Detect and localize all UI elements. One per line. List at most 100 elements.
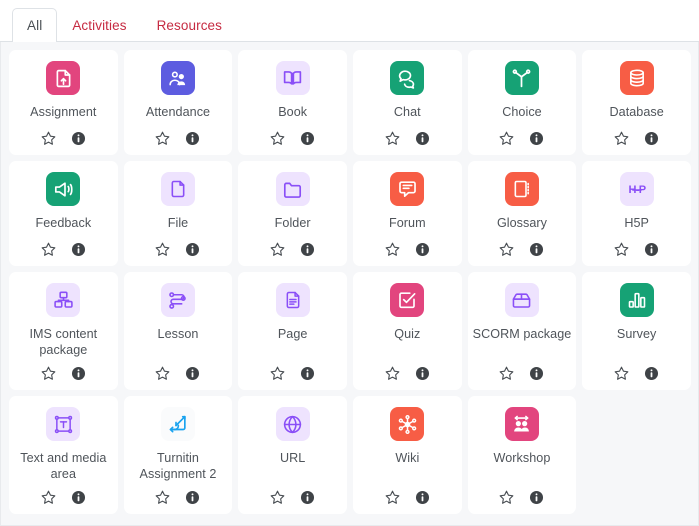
star-outline-icon[interactable]: [613, 241, 630, 258]
activity-card-label: Workshop: [494, 450, 551, 482]
star-outline-icon[interactable]: [40, 130, 57, 147]
star-outline-icon[interactable]: [498, 489, 515, 506]
activity-card[interactable]: Survey: [582, 272, 691, 390]
book-icon: [276, 61, 310, 95]
activity-card[interactable]: Feedback: [9, 161, 118, 266]
info-circle-icon[interactable]: [643, 241, 660, 258]
info-circle-icon[interactable]: [184, 241, 201, 258]
star-outline-icon[interactable]: [154, 241, 171, 258]
star-outline-icon[interactable]: [40, 489, 57, 506]
activity-card[interactable]: IMS content package: [9, 272, 118, 390]
activity-card-label: Glossary: [497, 215, 547, 234]
activity-card-label: URL: [280, 450, 305, 482]
star-outline-icon[interactable]: [384, 241, 401, 258]
activity-card-label: Quiz: [394, 326, 420, 358]
activity-card[interactable]: Lesson: [124, 272, 233, 390]
info-circle-icon[interactable]: [70, 489, 87, 506]
activity-card-actions: [40, 365, 87, 382]
info-circle-icon[interactable]: [70, 365, 87, 382]
info-circle-icon[interactable]: [299, 130, 316, 147]
info-circle-icon[interactable]: [528, 489, 545, 506]
star-outline-icon[interactable]: [613, 130, 630, 147]
assignment-icon: [46, 61, 80, 95]
activity-card[interactable]: Chat: [353, 50, 462, 155]
activity-card-label: SCORM package: [473, 326, 572, 358]
activity-card[interactable]: Database: [582, 50, 691, 155]
info-circle-icon[interactable]: [184, 489, 201, 506]
activity-card[interactable]: Choice: [468, 50, 577, 155]
activity-card[interactable]: Assignment: [9, 50, 118, 155]
info-circle-icon[interactable]: [528, 365, 545, 382]
info-circle-icon[interactable]: [184, 365, 201, 382]
activity-card-actions: [384, 241, 431, 258]
info-circle-icon[interactable]: [70, 130, 87, 147]
star-outline-icon[interactable]: [269, 130, 286, 147]
activity-card[interactable]: Quiz: [353, 272, 462, 390]
activity-card-actions: [154, 489, 201, 506]
star-outline-icon[interactable]: [40, 365, 57, 382]
choice-icon: [505, 61, 539, 95]
activity-card[interactable]: Wiki: [353, 396, 462, 514]
chat-icon: [390, 61, 424, 95]
star-outline-icon[interactable]: [384, 489, 401, 506]
activity-card[interactable]: H-P H5P: [582, 161, 691, 266]
activity-card[interactable]: SCORM package: [468, 272, 577, 390]
star-outline-icon[interactable]: [498, 241, 515, 258]
activity-card-label: Feedback: [35, 215, 91, 234]
star-outline-icon[interactable]: [498, 365, 515, 382]
activity-card-actions: [384, 130, 431, 147]
activity-card[interactable]: Text and media area: [9, 396, 118, 514]
star-outline-icon[interactable]: [154, 130, 171, 147]
info-circle-icon[interactable]: [528, 241, 545, 258]
activity-card-label: Chat: [394, 104, 421, 123]
activity-card-actions: [269, 489, 316, 506]
tab-resources[interactable]: Resources: [142, 8, 237, 43]
star-outline-icon[interactable]: [154, 489, 171, 506]
star-outline-icon[interactable]: [154, 365, 171, 382]
activity-card[interactable]: Forum: [353, 161, 462, 266]
activity-card[interactable]: Attendance: [124, 50, 233, 155]
info-circle-icon[interactable]: [414, 130, 431, 147]
info-circle-icon[interactable]: [414, 241, 431, 258]
tab-all[interactable]: All: [12, 8, 57, 43]
turnitin-icon: [161, 407, 195, 441]
info-circle-icon[interactable]: [643, 130, 660, 147]
star-outline-icon[interactable]: [613, 365, 630, 382]
activity-card-label: Folder: [275, 215, 311, 234]
activity-card-actions: [384, 489, 431, 506]
info-circle-icon[interactable]: [528, 130, 545, 147]
activity-card[interactable]: Glossary: [468, 161, 577, 266]
activity-card[interactable]: Folder: [238, 161, 347, 266]
activity-card-actions: [40, 241, 87, 258]
info-circle-icon[interactable]: [414, 489, 431, 506]
info-circle-icon[interactable]: [184, 130, 201, 147]
activity-card-label: Assignment: [30, 104, 96, 123]
activity-card[interactable]: Turnitin Assignment 2: [124, 396, 233, 514]
star-outline-icon[interactable]: [269, 241, 286, 258]
star-outline-icon[interactable]: [40, 241, 57, 258]
activity-card[interactable]: Book: [238, 50, 347, 155]
tab-activities[interactable]: Activities: [57, 8, 141, 43]
activity-card[interactable]: URL: [238, 396, 347, 514]
activity-card-label: Book: [278, 104, 307, 123]
activity-card[interactable]: Page: [238, 272, 347, 390]
info-circle-icon[interactable]: [299, 365, 316, 382]
activity-card-actions: [269, 241, 316, 258]
activity-card-label: Survey: [617, 326, 657, 358]
star-outline-icon[interactable]: [269, 489, 286, 506]
star-outline-icon[interactable]: [498, 130, 515, 147]
activity-card-label: Lesson: [158, 326, 199, 358]
activity-card-actions: [613, 130, 660, 147]
info-circle-icon[interactable]: [299, 489, 316, 506]
info-circle-icon[interactable]: [643, 365, 660, 382]
activity-card[interactable]: File: [124, 161, 233, 266]
activity-card-actions: [154, 365, 201, 382]
info-circle-icon[interactable]: [299, 241, 316, 258]
star-outline-icon[interactable]: [269, 365, 286, 382]
activity-card[interactable]: Workshop: [468, 396, 577, 514]
info-circle-icon[interactable]: [414, 365, 431, 382]
wiki-icon: [390, 407, 424, 441]
info-circle-icon[interactable]: [70, 241, 87, 258]
star-outline-icon[interactable]: [384, 130, 401, 147]
star-outline-icon[interactable]: [384, 365, 401, 382]
